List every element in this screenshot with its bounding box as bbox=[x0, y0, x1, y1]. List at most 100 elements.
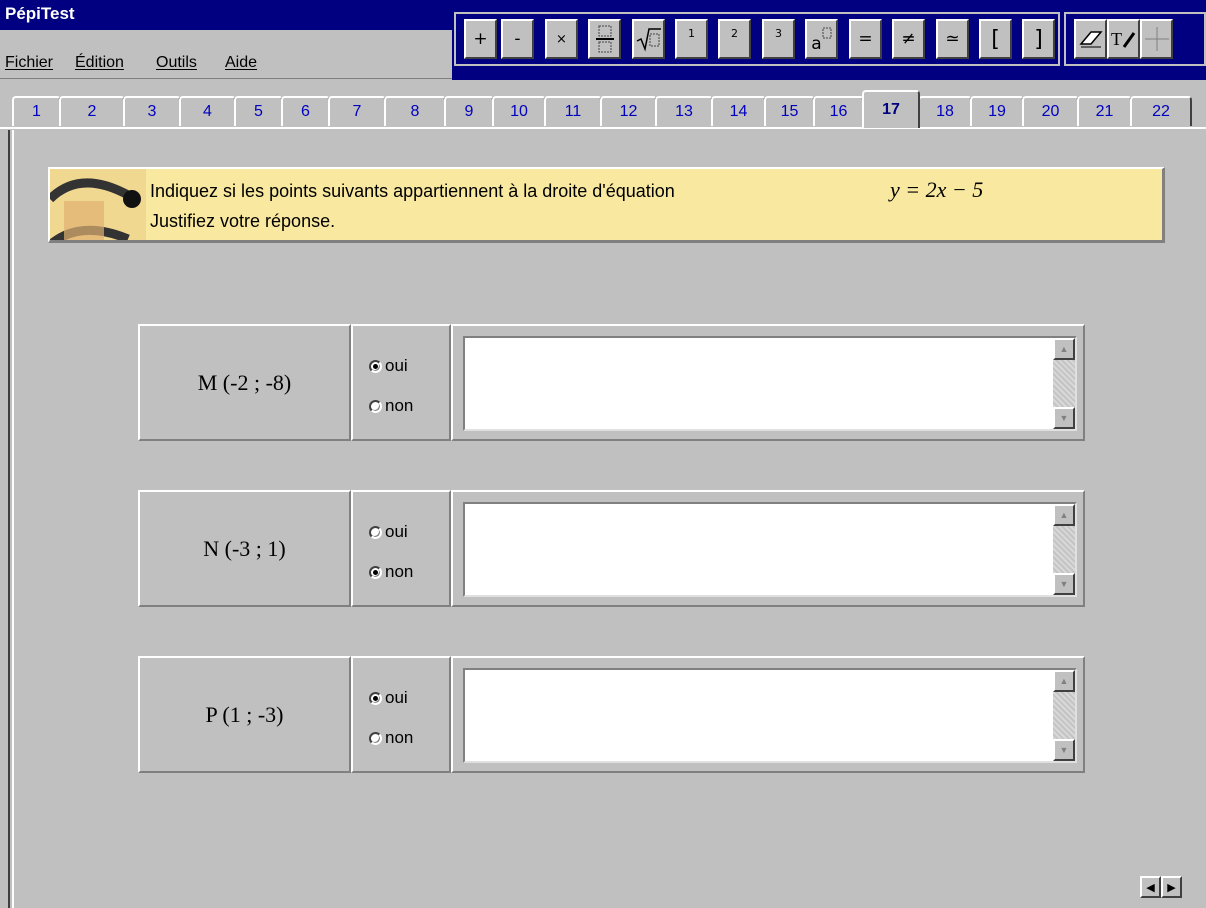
point-cell: M (-2 ; -8) bbox=[138, 324, 351, 441]
instruction-equation: y = 2x − 5 bbox=[890, 177, 984, 202]
radio-oui[interactable]: oui bbox=[369, 688, 408, 708]
radio-button-icon[interactable] bbox=[369, 359, 382, 373]
scrollbar[interactable]: ▲ ▼ bbox=[1053, 504, 1075, 595]
justification-textarea[interactable]: ▲ ▼ bbox=[463, 336, 1077, 431]
point-row: M (-2 ; -8) oui non ▲ ▼ bbox=[138, 324, 1085, 441]
window-title: PépiTest bbox=[5, 4, 75, 23]
power-icon[interactable]: a bbox=[805, 19, 838, 59]
question-tabs: 1 2 3 4 5 6 7 8 9 10 11 12 13 14 15 16 17 18 19 20 21 22 bbox=[0, 88, 1206, 128]
radio-oui[interactable]: oui bbox=[369, 522, 408, 542]
prev-page-button[interactable]: ◀ bbox=[1140, 876, 1161, 898]
radio-oui-label: oui bbox=[385, 688, 408, 707]
radio-button-icon[interactable] bbox=[369, 399, 382, 413]
arrow-right-icon: ▶ bbox=[1167, 881, 1176, 894]
justification-textarea[interactable]: ▲ ▼ bbox=[463, 502, 1077, 597]
pen-glyph bbox=[1122, 32, 1136, 48]
tab-baseline bbox=[0, 127, 1206, 129]
scroll-down-button[interactable]: ▼ bbox=[1053, 739, 1075, 761]
superscript-2-icon[interactable]: 2 bbox=[718, 19, 751, 59]
tab-12[interactable]: 12 bbox=[600, 96, 657, 126]
radio-button-icon[interactable] bbox=[369, 525, 382, 539]
eraser-icon[interactable] bbox=[1074, 19, 1107, 59]
times-icon[interactable]: × bbox=[545, 19, 578, 59]
title-bar: PépiTest bbox=[0, 0, 452, 30]
page-navigation: ◀ ▶ bbox=[1140, 876, 1182, 898]
sqrt-icon[interactable] bbox=[632, 19, 665, 59]
menu-outils[interactable]: Outils bbox=[156, 54, 197, 72]
tab-11[interactable]: 11 bbox=[544, 96, 602, 126]
arrow-down-icon: ▼ bbox=[1059, 745, 1069, 755]
scrollbar[interactable]: ▲ ▼ bbox=[1053, 338, 1075, 429]
tab-17[interactable]: 17 bbox=[862, 90, 920, 128]
tab-16[interactable]: 16 bbox=[813, 96, 864, 126]
tab-13[interactable]: 13 bbox=[655, 96, 713, 126]
instruction-banner: Indiquez si les points suivants appartie… bbox=[48, 167, 1165, 243]
tab-19[interactable]: 19 bbox=[970, 96, 1024, 126]
minus-icon[interactable]: - bbox=[501, 19, 534, 59]
scrollbar[interactable]: ▲ ▼ bbox=[1053, 670, 1075, 761]
arrow-down-icon: ▼ bbox=[1059, 579, 1069, 589]
arrow-up-icon: ▲ bbox=[1059, 344, 1069, 354]
crosshair-glyph bbox=[1144, 27, 1169, 51]
tab-7[interactable]: 7 bbox=[328, 96, 386, 126]
radio-non[interactable]: non bbox=[369, 562, 413, 582]
close-bracket-icon[interactable]: ] bbox=[1022, 19, 1055, 59]
tab-2[interactable]: 2 bbox=[59, 96, 125, 126]
menu-fichier[interactable]: Fichier bbox=[5, 54, 53, 72]
not-equal-icon[interactable]: ≠ bbox=[892, 19, 925, 59]
radio-button-icon[interactable] bbox=[369, 565, 382, 579]
menu-aide[interactable]: Aide bbox=[225, 54, 257, 72]
tab-5[interactable]: 5 bbox=[234, 96, 283, 126]
tab-20[interactable]: 20 bbox=[1022, 96, 1079, 126]
sqrt-glyph bbox=[636, 28, 661, 52]
fraction-icon[interactable] bbox=[588, 19, 621, 59]
answer-choice-cell: oui non bbox=[351, 490, 451, 607]
tab-22[interactable]: 22 bbox=[1130, 96, 1192, 126]
menu-bar: Fichier Édition Outils Aide bbox=[0, 50, 452, 79]
equals-icon[interactable]: = bbox=[849, 19, 882, 59]
tab-9[interactable]: 9 bbox=[444, 96, 494, 126]
crosshair-icon[interactable] bbox=[1140, 19, 1173, 59]
radio-button-icon[interactable] bbox=[369, 731, 382, 745]
tab-18[interactable]: 18 bbox=[918, 96, 972, 126]
scroll-up-button[interactable]: ▲ bbox=[1053, 338, 1075, 360]
plus-icon[interactable]: + bbox=[464, 19, 497, 59]
justification-textarea[interactable]: ▲ ▼ bbox=[463, 668, 1077, 763]
tab-15[interactable]: 15 bbox=[764, 96, 815, 126]
radio-non[interactable]: non bbox=[369, 728, 413, 748]
point-cell: P (1 ; -3) bbox=[138, 656, 351, 773]
text-pen-icon[interactable]: T bbox=[1107, 19, 1140, 59]
answer-choice-cell: oui non bbox=[351, 324, 451, 441]
fraction-glyph bbox=[595, 25, 614, 53]
tab-10[interactable]: 10 bbox=[492, 96, 546, 126]
instruction-text: Indiquez si les points suivants appartie… bbox=[150, 181, 675, 201]
arrow-down-icon: ▼ bbox=[1059, 413, 1069, 423]
scroll-down-button[interactable]: ▼ bbox=[1053, 407, 1075, 429]
answer-choice-cell: oui non bbox=[351, 656, 451, 773]
tab-21[interactable]: 21 bbox=[1077, 96, 1132, 126]
tab-8[interactable]: 8 bbox=[384, 96, 446, 126]
next-page-button[interactable]: ▶ bbox=[1161, 876, 1182, 898]
superscript-3-icon[interactable]: 3 bbox=[762, 19, 795, 59]
radio-non[interactable]: non bbox=[369, 396, 413, 416]
tab-14[interactable]: 14 bbox=[711, 96, 766, 126]
instruction-justify: Justifiez votre réponse. bbox=[150, 211, 336, 231]
radio-oui[interactable]: oui bbox=[369, 356, 408, 376]
justification-cell: ▲ ▼ bbox=[451, 490, 1085, 607]
point-row: N (-3 ; 1) oui non ▲ ▼ bbox=[138, 490, 1085, 607]
radio-button-icon[interactable] bbox=[369, 691, 382, 705]
tab-4[interactable]: 4 bbox=[179, 96, 236, 126]
instruction-illustration-icon bbox=[50, 169, 146, 240]
superscript-1-icon[interactable]: 1 bbox=[675, 19, 708, 59]
tab-6[interactable]: 6 bbox=[281, 96, 330, 126]
scroll-up-button[interactable]: ▲ bbox=[1053, 504, 1075, 526]
justification-cell: ▲ ▼ bbox=[451, 656, 1085, 773]
frame-left-highlight bbox=[12, 130, 14, 908]
open-bracket-icon[interactable]: [ bbox=[979, 19, 1012, 59]
scroll-up-button[interactable]: ▲ bbox=[1053, 670, 1075, 692]
tab-1[interactable]: 1 bbox=[12, 96, 61, 126]
menu-edition[interactable]: Édition bbox=[75, 54, 124, 72]
scroll-down-button[interactable]: ▼ bbox=[1053, 573, 1075, 595]
approx-icon[interactable]: ≃ bbox=[936, 19, 969, 59]
tab-3[interactable]: 3 bbox=[123, 96, 181, 126]
